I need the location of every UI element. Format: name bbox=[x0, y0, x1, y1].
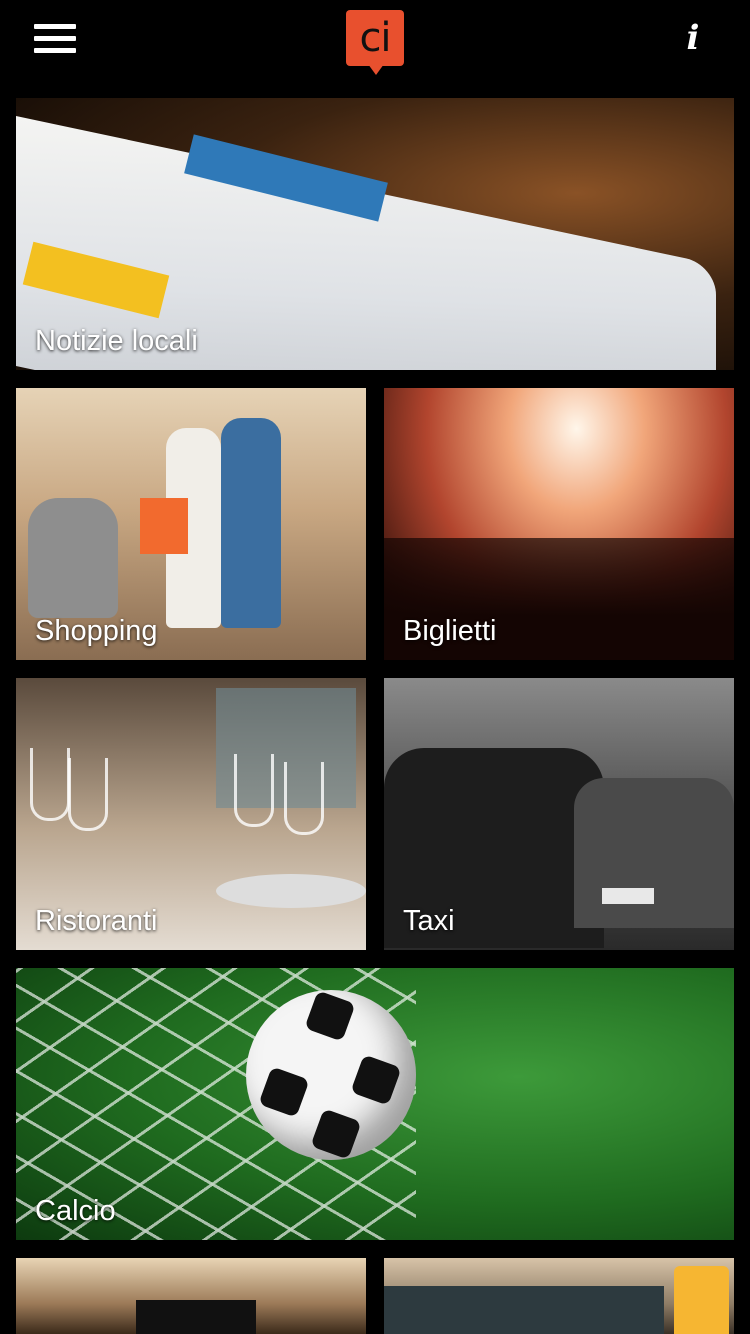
tile-notizie-locali[interactable]: Notizie locali bbox=[16, 98, 734, 370]
tile-label: Calcio bbox=[35, 1195, 116, 1227]
tile-label: Biglietti bbox=[403, 615, 497, 647]
tile-label: Taxi bbox=[403, 905, 455, 937]
app-logo: ci bbox=[346, 10, 404, 75]
tile-label: Notizie locali bbox=[35, 325, 198, 357]
hamburger-menu-icon[interactable] bbox=[34, 24, 78, 54]
tile-biglietti[interactable]: Biglietti bbox=[384, 388, 734, 660]
tile-partial-left[interactable] bbox=[16, 1258, 366, 1334]
tile-ristoranti[interactable]: Ristoranti bbox=[16, 678, 366, 950]
tile-shopping[interactable]: Shopping bbox=[16, 388, 366, 660]
tile-calcio[interactable]: Calcio bbox=[16, 968, 734, 1240]
logo-text: ci bbox=[359, 15, 391, 61]
tile-partial-right[interactable] bbox=[384, 1258, 734, 1334]
tile-taxi[interactable]: Taxi bbox=[384, 678, 734, 950]
football-ball bbox=[246, 990, 416, 1160]
tile-label: Shopping bbox=[35, 615, 158, 647]
top-bar: ci i bbox=[0, 0, 750, 98]
info-icon[interactable]: i bbox=[680, 18, 706, 58]
tile-label: Ristoranti bbox=[35, 905, 158, 937]
